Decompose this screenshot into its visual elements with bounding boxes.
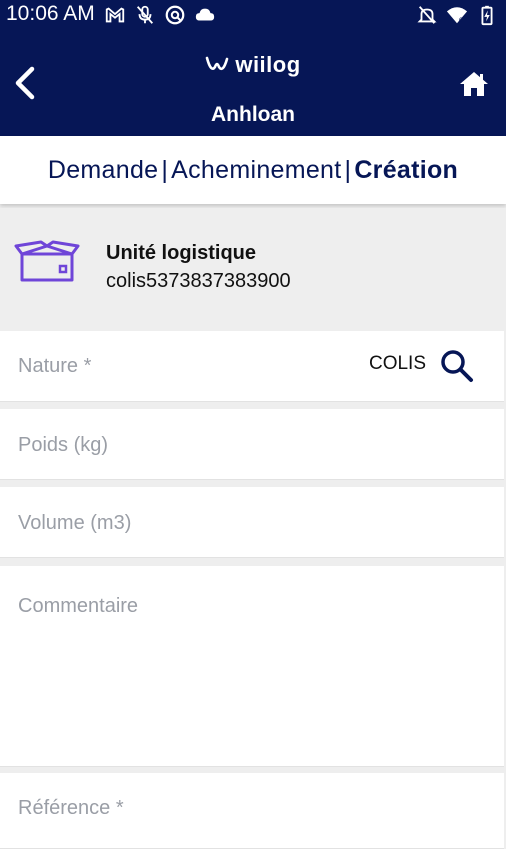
wiilog-logo: wiilog bbox=[0, 52, 506, 78]
search-icon[interactable] bbox=[440, 349, 474, 383]
logistic-unit-value: colis5373837383900 bbox=[106, 270, 291, 292]
package-box-icon bbox=[14, 240, 80, 282]
wifi-6-icon: 6 bbox=[446, 7, 468, 24]
comment-field[interactable]: Commentaire bbox=[0, 566, 504, 767]
notifications-off-icon bbox=[417, 6, 437, 24]
home-icon[interactable] bbox=[458, 70, 490, 98]
steps-breadcrumb: Demande | Acheminement | Création bbox=[0, 136, 506, 204]
logistic-unit-label: Unité logistique bbox=[106, 242, 256, 264]
step-separator: | bbox=[344, 155, 352, 184]
status-time: 10:06 AM bbox=[6, 2, 95, 25]
volume-label: Volume (m3) bbox=[18, 512, 132, 534]
mic-off-icon bbox=[136, 5, 154, 24]
logo-text: wiilog bbox=[235, 52, 301, 77]
nature-field[interactable]: Nature * COLIS bbox=[0, 331, 504, 402]
cloud-icon bbox=[195, 8, 215, 21]
volume-field[interactable]: Volume (m3) bbox=[0, 487, 504, 558]
nature-value: COLIS bbox=[368, 353, 426, 374]
weight-label: Poids (kg) bbox=[18, 434, 109, 456]
step-demande: Demande bbox=[47, 155, 159, 184]
status-bar: 10:06 AM 6 bbox=[0, 0, 506, 30]
svg-text:6: 6 bbox=[459, 15, 463, 24]
vpn-icon bbox=[165, 5, 185, 25]
battery-charging-icon bbox=[481, 5, 493, 26]
reference-label: Référence * bbox=[18, 797, 124, 819]
app-header: 10:06 AM 6 wiilog Anhloan bbox=[0, 0, 506, 136]
wiilog-mark-icon bbox=[206, 56, 229, 71]
nature-label: Nature * bbox=[18, 355, 92, 377]
weight-field[interactable]: Poids (kg) bbox=[0, 409, 504, 480]
step-creation: Création bbox=[354, 155, 459, 184]
reference-field[interactable]: Référence * bbox=[0, 773, 504, 849]
comment-label: Commentaire bbox=[18, 595, 139, 617]
page-title: Anhloan bbox=[211, 103, 295, 126]
step-acheminement: Acheminement bbox=[171, 155, 342, 184]
back-arrow-icon[interactable] bbox=[12, 66, 38, 100]
gmail-icon bbox=[105, 7, 125, 23]
step-separator: | bbox=[161, 155, 169, 184]
